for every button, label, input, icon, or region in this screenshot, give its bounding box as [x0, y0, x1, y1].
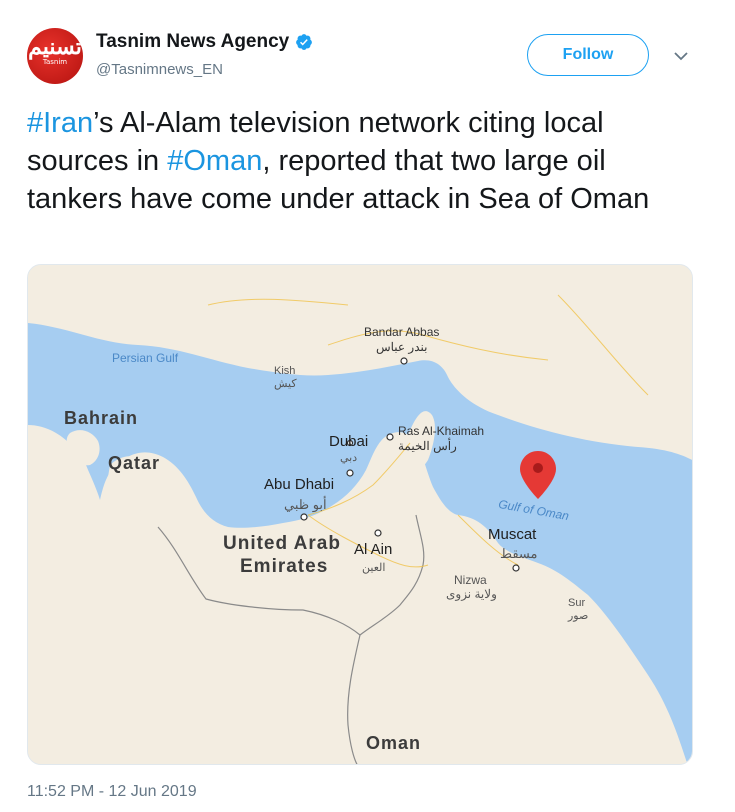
label-sur: Sur — [568, 597, 586, 609]
label-bandar-abbas-ar: بندر عباس — [376, 340, 428, 354]
label-bandar-abbas: Bandar Abbas — [364, 325, 440, 339]
map-image[interactable]: Persian Gulf Bandar Abbas بندر عباس Kish… — [27, 264, 693, 765]
label-muscat-ar: مسقط — [500, 546, 538, 561]
label-bahrain: Bahrain — [64, 408, 139, 428]
label-dubai: Dubai — [329, 433, 369, 450]
label-al-ain: Al Ain — [354, 541, 393, 558]
label-nizwa: Nizwa — [454, 573, 487, 587]
hashtag-oman[interactable]: #Oman — [167, 145, 262, 177]
label-ras-al-khaimah: Ras Al-Khaimah — [398, 424, 485, 438]
account-handle[interactable]: @Tasnimnews_EN — [96, 61, 223, 78]
label-kish: Kish — [274, 365, 296, 377]
label-sur-ar: صور — [568, 610, 589, 622]
avatar[interactable]: تسنیم Tasnim — [27, 28, 83, 84]
chevron-down-icon[interactable] — [673, 48, 689, 64]
map-graphic — [28, 265, 692, 764]
verified-badge-icon — [296, 34, 313, 50]
tweet-text: #Iran’s Al-Alam television network citin… — [27, 104, 707, 218]
name-row: Tasnim News Agency — [96, 31, 313, 53]
label-uae-line1: United Arab — [223, 533, 341, 554]
label-uae-line2: Emirates — [240, 556, 329, 577]
label-al-ain-ar: العين — [362, 562, 386, 574]
label-persian-gulf: Persian Gulf — [112, 351, 179, 365]
tweet-header: تسنیم Tasnim Tasnim News Agency @Tasnimn… — [0, 0, 735, 100]
label-kish-ar: کیش — [274, 378, 297, 390]
label-ras-al-khaimah-ar: رأس الخيمة — [398, 439, 457, 453]
account-name[interactable]: Tasnim News Agency — [96, 31, 289, 53]
avatar-logo-glyph: تسنیم — [28, 34, 82, 60]
label-nizwa-ar: ولاية نزوى — [446, 587, 497, 601]
label-oman: Oman — [366, 733, 422, 753]
label-dubai-ar: دبي — [340, 452, 358, 464]
tweet-timestamp[interactable]: 11:52 PM - 12 Jun 2019 — [27, 783, 197, 801]
hashtag-iran[interactable]: #Iran — [27, 107, 93, 139]
label-qatar: Qatar — [108, 453, 161, 473]
label-abu-dhabi-ar: أبو ظبي — [284, 497, 327, 512]
label-muscat: Muscat — [488, 526, 537, 543]
avatar-logo-text: Tasnim — [42, 58, 68, 66]
follow-button[interactable]: Follow — [527, 34, 649, 76]
label-abu-dhabi: Abu Dhabi — [264, 476, 335, 493]
